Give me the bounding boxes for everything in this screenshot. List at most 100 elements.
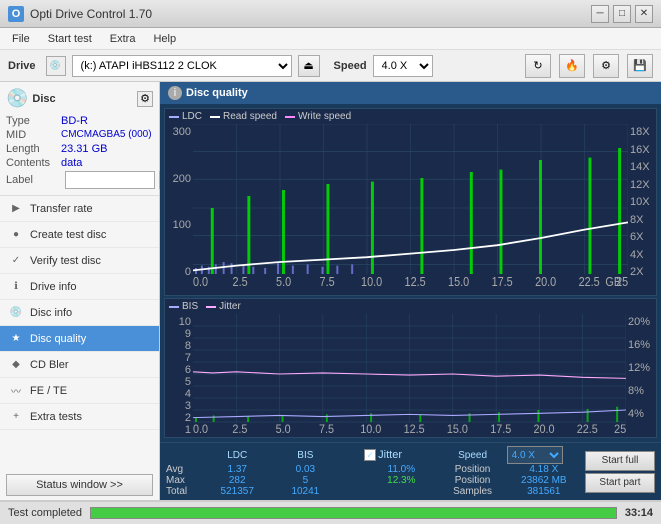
svg-text:7.5: 7.5 <box>320 274 335 289</box>
stats-total-spacer <box>339 486 364 497</box>
speed-select-stats[interactable]: 4.0 X <box>507 446 563 464</box>
chart-title: Disc quality <box>186 87 248 99</box>
nav-drive-info-label: Drive info <box>30 281 76 293</box>
top-chart-svg-container: 0.0 2.5 5.0 7.5 10.0 12.5 15.0 17.5 20.0… <box>193 124 628 292</box>
disc-header: 💿 Disc ⚙ <box>6 88 153 109</box>
disc-settings-icon[interactable]: ⚙ <box>137 91 153 107</box>
bottom-chart-y-left: 10987654321 <box>165 314 193 434</box>
start-full-button[interactable]: Start full <box>585 451 655 471</box>
titlebar: O Opti Drive Control 1.70 ─ □ ✕ <box>0 0 661 28</box>
close-button[interactable]: ✕ <box>635 5 653 23</box>
settings-button[interactable]: ⚙ <box>593 54 619 78</box>
app-title: Opti Drive Control 1.70 <box>30 7 591 21</box>
nav-fe-te[interactable]: 〰 FE / TE <box>0 378 159 404</box>
nav-disc-quality-label: Disc quality <box>30 333 86 345</box>
nav-transfer-rate[interactable]: ▶ Transfer rate <box>0 196 159 222</box>
menubar: File Start test Extra Help <box>0 28 661 50</box>
menu-start-test[interactable]: Start test <box>40 28 100 49</box>
top-chart: LDC Read speed Write speed 3002001000 <box>164 108 657 296</box>
stats-samples-label: Samples <box>439 486 507 497</box>
svg-text:25.0: 25.0 <box>614 423 626 434</box>
progress-bar-fill <box>91 508 616 518</box>
top-chart-svg: 0.0 2.5 5.0 7.5 10.0 12.5 15.0 17.5 20.0… <box>193 124 628 292</box>
save-button[interactable]: 💾 <box>627 54 653 78</box>
burn-button[interactable]: 🔥 <box>559 54 585 78</box>
nav-create-test-disc[interactable]: ● Create test disc <box>0 222 159 248</box>
nav-disc-quality[interactable]: ★ Disc quality <box>0 326 159 352</box>
svg-text:12.5: 12.5 <box>404 423 425 434</box>
disc-contents-value: data <box>61 157 82 169</box>
stats-bis-header: BIS <box>271 446 339 464</box>
jitter-checkbox[interactable]: ✓ <box>364 449 376 461</box>
stats-header-row: LDC BIS ✓ Jitter Speed 4.0 X <box>166 446 581 464</box>
status-window-button[interactable]: Status window >> <box>6 474 153 496</box>
nav-cd-bler-label: CD Bler <box>30 359 69 371</box>
stats-avg-row: Avg 1.37 0.03 11.0% Position 4.18 X <box>166 464 581 475</box>
stats-spacer-header <box>339 446 364 464</box>
stats-avg-bis: 0.03 <box>271 464 339 475</box>
jitter-label: Jitter <box>378 449 402 461</box>
nav-extra-tests[interactable]: + Extra tests <box>0 404 159 430</box>
stats-avg-label: Avg <box>166 464 203 475</box>
stats-max-row: Max 282 5 12.3% Position 23862 MB <box>166 475 581 486</box>
svg-text:2.5: 2.5 <box>233 274 248 289</box>
nav-transfer-rate-label: Transfer rate <box>30 203 93 215</box>
minimize-button[interactable]: ─ <box>591 5 609 23</box>
bottom-chart-svg-container: 0.0 2.5 5.0 7.5 10.0 12.5 15.0 17.5 20.0… <box>193 314 626 434</box>
stats-avg-jitter: 11.0% <box>364 464 438 475</box>
bis-legend: BIS <box>169 301 198 312</box>
menu-extra[interactable]: Extra <box>102 28 144 49</box>
disc-title: Disc <box>32 93 55 105</box>
nav-fe-te-label: FE / TE <box>30 385 67 397</box>
drive-select[interactable]: (k:) ATAPI iHBS112 2 CLOK <box>72 55 292 77</box>
speed-select[interactable]: 4.0 X <box>373 55 433 77</box>
nav-drive-info[interactable]: ℹ Drive info <box>0 274 159 300</box>
stats-position-val: 23862 MB <box>507 475 581 486</box>
maximize-button[interactable]: □ <box>613 5 631 23</box>
disc-label-input[interactable] <box>65 171 155 189</box>
app-icon: O <box>8 6 24 22</box>
menu-help[interactable]: Help <box>145 28 184 49</box>
menu-file[interactable]: File <box>4 28 38 49</box>
nav-cd-bler[interactable]: ◆ CD Bler <box>0 352 159 378</box>
stats-max-bis: 5 <box>271 475 339 486</box>
transfer-rate-icon: ▶ <box>8 201 24 217</box>
speed-label: Speed <box>334 60 367 72</box>
refresh-button[interactable]: ↻ <box>525 54 551 78</box>
svg-text:0.0: 0.0 <box>193 423 208 434</box>
disc-type-value: BD-R <box>61 115 88 127</box>
disc-quality-icon: ★ <box>8 331 24 347</box>
write-speed-legend-label: Write speed <box>298 111 351 122</box>
bottom-chart-legend: BIS Jitter <box>165 299 656 314</box>
status-text: Test completed <box>8 507 82 519</box>
svg-text:22.5: 22.5 <box>579 274 600 289</box>
nav-disc-info[interactable]: 💿 Disc info <box>0 300 159 326</box>
main-content: 💿 Disc ⚙ Type BD-R MID CMCMAGBA5 (000) L… <box>0 82 661 500</box>
stats-samples-val: 381561 <box>507 486 581 497</box>
eject-button[interactable]: ⏏ <box>298 55 320 77</box>
stats-total-ldc: 521357 <box>203 486 271 497</box>
start-part-button[interactable]: Start part <box>585 473 655 493</box>
bottom-chart-body: 10987654321 <box>165 314 656 434</box>
jitter-legend-label: Jitter <box>219 301 241 312</box>
stats-position-label: Position <box>439 464 507 475</box>
bottom-bar: Test completed 33:14 <box>0 500 661 524</box>
nav-create-test-disc-label: Create test disc <box>30 229 106 241</box>
svg-text:7.5: 7.5 <box>319 423 334 434</box>
stats-table: LDC BIS ✓ Jitter Speed 4.0 X <box>166 446 581 497</box>
start-buttons: Start full Start part <box>585 451 655 493</box>
disc-type-row: Type BD-R <box>6 115 153 127</box>
svg-text:15.0: 15.0 <box>448 274 469 289</box>
charts-area: LDC Read speed Write speed 3002001000 <box>160 104 661 442</box>
disc-icon: 💿 <box>6 88 28 109</box>
bis-legend-label: BIS <box>182 301 198 312</box>
svg-text:i: i <box>174 87 176 99</box>
progress-bar <box>90 507 617 519</box>
nav-verify-test-disc[interactable]: ✓ Verify test disc <box>0 248 159 274</box>
nav-items: ▶ Transfer rate ● Create test disc ✓ Ver… <box>0 196 159 430</box>
stats-speed-header: Speed <box>439 446 507 464</box>
svg-text:17.5: 17.5 <box>490 423 511 434</box>
drive-toolbar: Drive 💿 (k:) ATAPI iHBS112 2 CLOK ⏏ Spee… <box>0 50 661 82</box>
svg-text:12.5: 12.5 <box>405 274 426 289</box>
disc-mid-value: CMCMAGBA5 (000) <box>61 129 152 141</box>
